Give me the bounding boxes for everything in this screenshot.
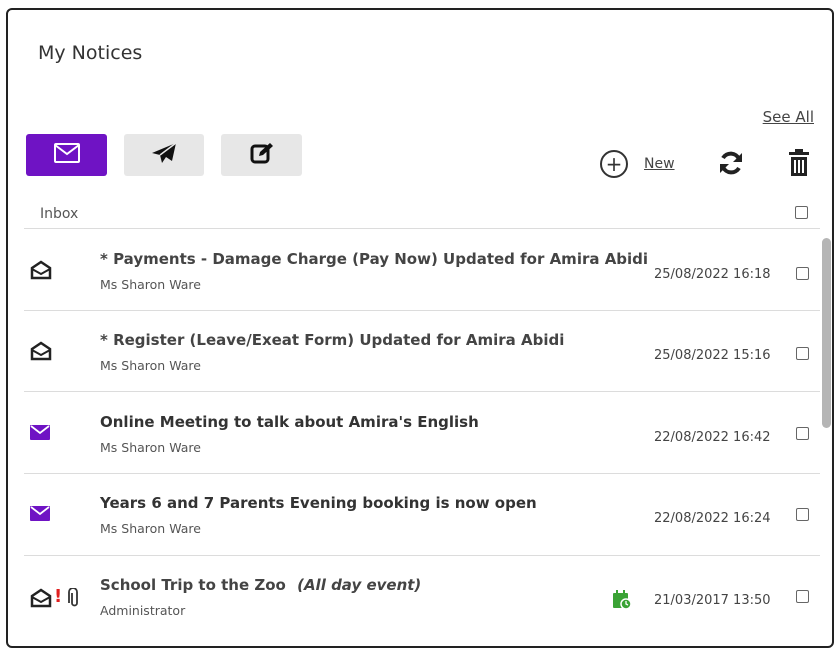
scrollbar[interactable]	[822, 238, 831, 428]
message-date: 25/08/2022 15:16	[654, 348, 771, 363]
calendar-event-icon	[612, 590, 632, 614]
list-item[interactable]: * Register (Leave/Exeat Form) Updated fo…	[24, 331, 820, 411]
tab-compose[interactable]	[221, 134, 302, 176]
plus-circle-icon: +	[600, 150, 628, 178]
paper-plane-icon	[151, 142, 177, 168]
message-subject: * Payments - Damage Charge (Pay Now) Upd…	[100, 250, 649, 268]
page-title: My Notices	[38, 42, 143, 64]
message-date: 21/03/2017 13:50	[654, 593, 771, 608]
list-item[interactable]: Online Meeting to talk about Amira's Eng…	[24, 413, 820, 493]
message-checkbox[interactable]	[796, 347, 809, 360]
message-subject-text: School Trip to the Zoo	[100, 576, 286, 594]
envelope-icon	[30, 425, 50, 444]
message-subject: * Register (Leave/Exeat Form) Updated fo…	[100, 331, 565, 349]
envelope-open-icon	[30, 341, 52, 365]
divider	[24, 555, 820, 556]
tab-inbox[interactable]	[26, 134, 107, 176]
divider	[24, 473, 820, 474]
envelope-open-icon	[30, 260, 52, 284]
message-checkbox[interactable]	[796, 508, 809, 521]
tab-sent[interactable]	[124, 134, 204, 176]
envelope-open-icon	[30, 588, 52, 612]
message-date: 22/08/2022 16:42	[654, 430, 771, 445]
message-sender: Administrator	[100, 603, 186, 618]
message-sender: Ms Sharon Ware	[100, 440, 201, 455]
see-all-link[interactable]: See All	[763, 108, 814, 126]
list-item[interactable]: Years 6 and 7 Parents Evening booking is…	[24, 494, 820, 574]
message-checkbox[interactable]	[796, 267, 809, 280]
divider	[24, 228, 820, 229]
message-checkbox[interactable]	[796, 427, 809, 440]
refresh-button[interactable]	[718, 150, 744, 180]
list-item[interactable]: * Payments - Damage Charge (Pay Now) Upd…	[24, 250, 820, 330]
important-icon: !	[54, 586, 63, 607]
inbox-heading: Inbox	[40, 206, 79, 222]
trash-icon	[788, 149, 810, 181]
new-button-label: New	[644, 156, 675, 172]
delete-button[interactable]	[788, 149, 810, 181]
message-subject: Online Meeting to talk about Amira's Eng…	[100, 413, 479, 431]
refresh-icon	[718, 151, 744, 180]
message-subject: School Trip to the Zoo (All day event)	[100, 576, 421, 594]
envelope-icon	[30, 506, 50, 525]
new-button[interactable]: + New	[600, 150, 675, 178]
divider	[24, 310, 820, 311]
message-date: 25/08/2022 16:18	[654, 267, 771, 282]
divider	[24, 391, 820, 392]
list-item[interactable]: ! School Trip to the Zoo (All day event)…	[24, 576, 820, 656]
message-subject: Years 6 and 7 Parents Evening booking is…	[100, 494, 537, 512]
message-sender: Ms Sharon Ware	[100, 358, 201, 373]
message-date: 22/08/2022 16:24	[654, 511, 771, 526]
message-subject-extra: (All day event)	[297, 576, 422, 594]
message-sender: Ms Sharon Ware	[100, 521, 201, 536]
message-sender: Ms Sharon Ware	[100, 277, 201, 292]
attachment-icon	[68, 587, 80, 612]
message-checkbox[interactable]	[796, 590, 809, 603]
envelope-icon	[53, 143, 80, 167]
edit-icon	[250, 142, 274, 168]
select-all-checkbox[interactable]	[795, 206, 808, 219]
